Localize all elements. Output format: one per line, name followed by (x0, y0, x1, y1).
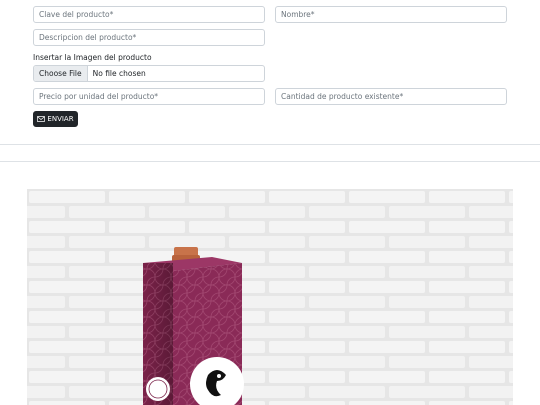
envelope-icon (37, 116, 46, 122)
imagen-producto-label: Insertar la Imagen del producto (33, 53, 152, 62)
precio-unidad-input[interactable] (33, 88, 265, 105)
enviar-button-label: ENVIAR (47, 115, 74, 123)
divider-bottom (0, 161, 540, 162)
choose-file-button[interactable]: Choose File (34, 66, 88, 81)
product-image (27, 189, 513, 405)
nombre-input[interactable] (275, 6, 507, 23)
enviar-button[interactable]: ENVIAR (33, 111, 78, 127)
product-photo (27, 189, 513, 405)
divider-top (0, 144, 540, 145)
file-status-text: No file chosen (92, 69, 146, 78)
clave-producto-input[interactable] (33, 6, 265, 23)
descripcion-producto-input[interactable] (33, 29, 265, 46)
imagen-producto-file-input[interactable]: Choose File No file chosen (33, 65, 265, 82)
cantidad-existente-input[interactable] (275, 88, 507, 105)
